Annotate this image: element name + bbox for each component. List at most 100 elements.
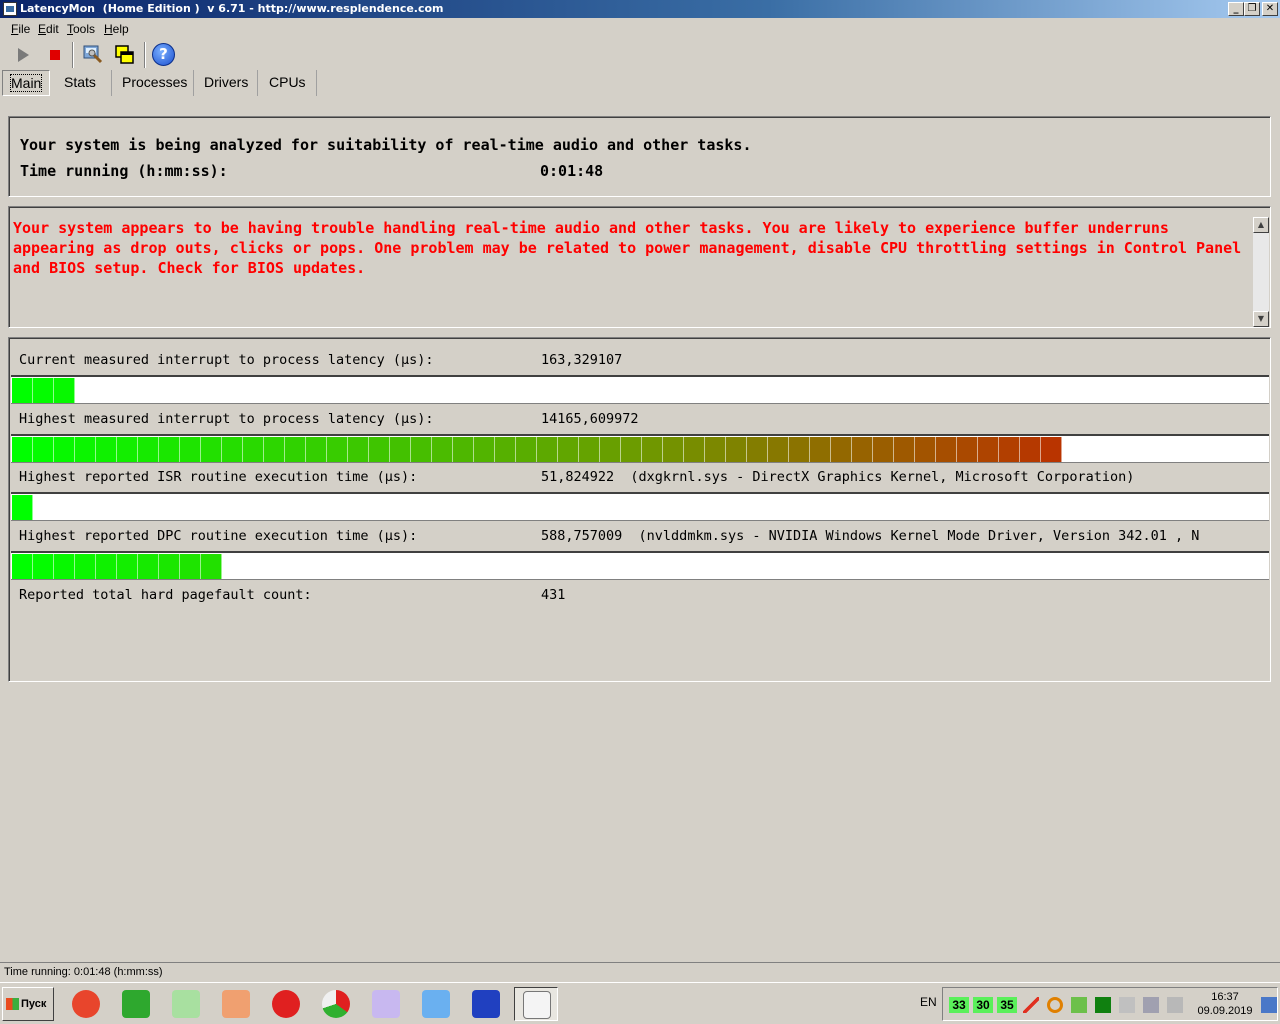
windows-button[interactable] <box>112 42 138 68</box>
start-label: Пуск <box>21 998 47 1010</box>
time-running-value: 0:01:48 <box>540 162 604 180</box>
tray-volume-icon[interactable] <box>1167 997 1183 1013</box>
dpc-time-number: 588,757009 <box>541 528 623 544</box>
bar-segment <box>33 554 54 579</box>
bar-segment <box>180 437 201 462</box>
current-latency-value: 163,329107 <box>541 352 623 368</box>
stop-icon <box>50 50 60 60</box>
scroll-up-arrow-icon[interactable]: ▲ <box>1253 217 1269 233</box>
bar-segment <box>558 437 579 462</box>
bar-segment <box>222 437 243 462</box>
bar-segment <box>117 554 138 579</box>
bar-segment <box>642 437 663 462</box>
warning-message: Your system appears to be having trouble… <box>13 219 1242 277</box>
tray-safely-remove-icon[interactable] <box>1143 997 1159 1013</box>
bar-segment <box>453 437 474 462</box>
tab-cpus[interactable]: CPUs <box>261 70 317 96</box>
bar-segment <box>768 437 789 462</box>
bar-segment <box>12 378 33 403</box>
bar-segment <box>957 437 978 462</box>
tab-processes[interactable]: Processes <box>114 70 194 96</box>
options-button[interactable] <box>80 42 106 68</box>
language-indicator[interactable]: EN <box>920 995 937 1009</box>
menu-edit-key: E <box>38 22 47 36</box>
tab-main[interactable]: Main <box>2 70 50 96</box>
isr-time-bar <box>11 492 1269 521</box>
taskbar-app-palette[interactable] <box>414 987 458 1021</box>
taskbar-app-chart[interactable] <box>314 987 358 1021</box>
tray-status-icon[interactable] <box>1095 997 1111 1013</box>
bar-segment <box>663 437 684 462</box>
bar-segment <box>33 437 54 462</box>
bar-segment <box>180 554 201 579</box>
dpc-time-driver: (nvlddmkm.sys - NVIDIA Windows Kernel Mo… <box>638 528 1200 544</box>
summary-panel: Your system is being analyzed for suitab… <box>8 116 1271 197</box>
taskbar-app-latencymon[interactable] <box>514 987 558 1021</box>
tab-main-label: Main <box>9 74 43 92</box>
tray-counter-1[interactable]: 33 <box>949 997 969 1013</box>
warning-scrollbar[interactable]: ▲ ▼ <box>1253 217 1269 327</box>
document-icon <box>372 990 400 1018</box>
bar-segment <box>54 554 75 579</box>
taskbar-app-arrow[interactable] <box>114 987 158 1021</box>
start-button[interactable]: Пуск <box>2 987 54 1021</box>
isr-time-number: 51,824922 <box>541 469 615 485</box>
current-latency-label: Current measured interrupt to process la… <box>19 352 434 368</box>
bar-segment <box>705 437 726 462</box>
menu-help[interactable]: Help <box>104 22 129 36</box>
bar-segment <box>201 437 222 462</box>
menu-tools-label: ools <box>73 22 96 36</box>
stats-panel: Current measured interrupt to process la… <box>8 337 1271 682</box>
bar-segment <box>54 437 75 462</box>
taskbar-app-notepad[interactable] <box>164 987 208 1021</box>
tray-pen-icon[interactable] <box>1071 997 1087 1013</box>
tray-network-icon[interactable] <box>1119 997 1135 1013</box>
tab-stats[interactable]: Stats <box>56 70 112 96</box>
bar-segment <box>1041 437 1062 462</box>
show-desktop-icon[interactable] <box>1261 997 1277 1013</box>
menu-edit[interactable]: Edit <box>38 22 59 36</box>
restore-button[interactable]: ❐ <box>1244 2 1260 16</box>
bar-segment <box>159 437 180 462</box>
tray-search-icon[interactable] <box>1047 997 1063 1013</box>
tray-clock[interactable]: 16:37 09.09.2019 <box>1193 990 1257 1018</box>
bar-segment <box>810 437 831 462</box>
bar-segment <box>495 437 516 462</box>
bar-segment <box>432 437 453 462</box>
bar-segment <box>831 437 852 462</box>
dpc-time-label: Highest reported DPC routine execution t… <box>19 528 418 544</box>
tab-drivers[interactable]: Drivers <box>196 70 258 96</box>
windows-flag-icon <box>6 998 19 1010</box>
stop-monitor-button[interactable] <box>42 42 68 68</box>
taskbar-app-document[interactable] <box>364 987 408 1021</box>
bar-segment <box>285 437 306 462</box>
bar-segment <box>852 437 873 462</box>
start-monitor-button[interactable] <box>10 42 36 68</box>
bar-segment <box>138 554 159 579</box>
minimize-button[interactable]: _ <box>1228 2 1244 16</box>
tab-strip: Main Stats Processes Drivers CPUs <box>0 70 1280 96</box>
scroll-down-arrow-icon[interactable]: ▼ <box>1253 311 1269 327</box>
taskbar-app-media[interactable] <box>214 987 258 1021</box>
bar-segment <box>411 437 432 462</box>
menu-file[interactable]: File <box>11 22 30 36</box>
bar-segment <box>327 437 348 462</box>
taskbar-app-floppy[interactable] <box>464 987 508 1021</box>
taskbar-app-record[interactable] <box>264 987 308 1021</box>
isr-time-value: 51,824922 (dxgkrnl.sys - DirectX Graphic… <box>541 469 1134 485</box>
bar-segment <box>936 437 957 462</box>
help-button[interactable]: ? <box>150 42 176 68</box>
close-button[interactable]: ✕ <box>1262 2 1278 16</box>
play-icon <box>18 48 29 62</box>
tray-chart-icon[interactable] <box>1023 997 1039 1013</box>
taskbar-app-power[interactable] <box>64 987 108 1021</box>
menu-tools[interactable]: Tools <box>67 22 95 36</box>
bar-segment <box>747 437 768 462</box>
tray-counter-3[interactable]: 35 <box>997 997 1017 1013</box>
title-bar: LatencyMon (Home Edition ) v 6.71 - http… <box>0 0 1280 18</box>
tray-counter-2[interactable]: 30 <box>973 997 993 1013</box>
tab-cpus-label: CPUs <box>269 74 306 90</box>
taskbar: Пуск EN 33 30 35 16:37 09.09.2019 <box>0 982 1280 1024</box>
highest-latency-bar <box>11 434 1269 463</box>
bar-segment <box>12 437 33 462</box>
